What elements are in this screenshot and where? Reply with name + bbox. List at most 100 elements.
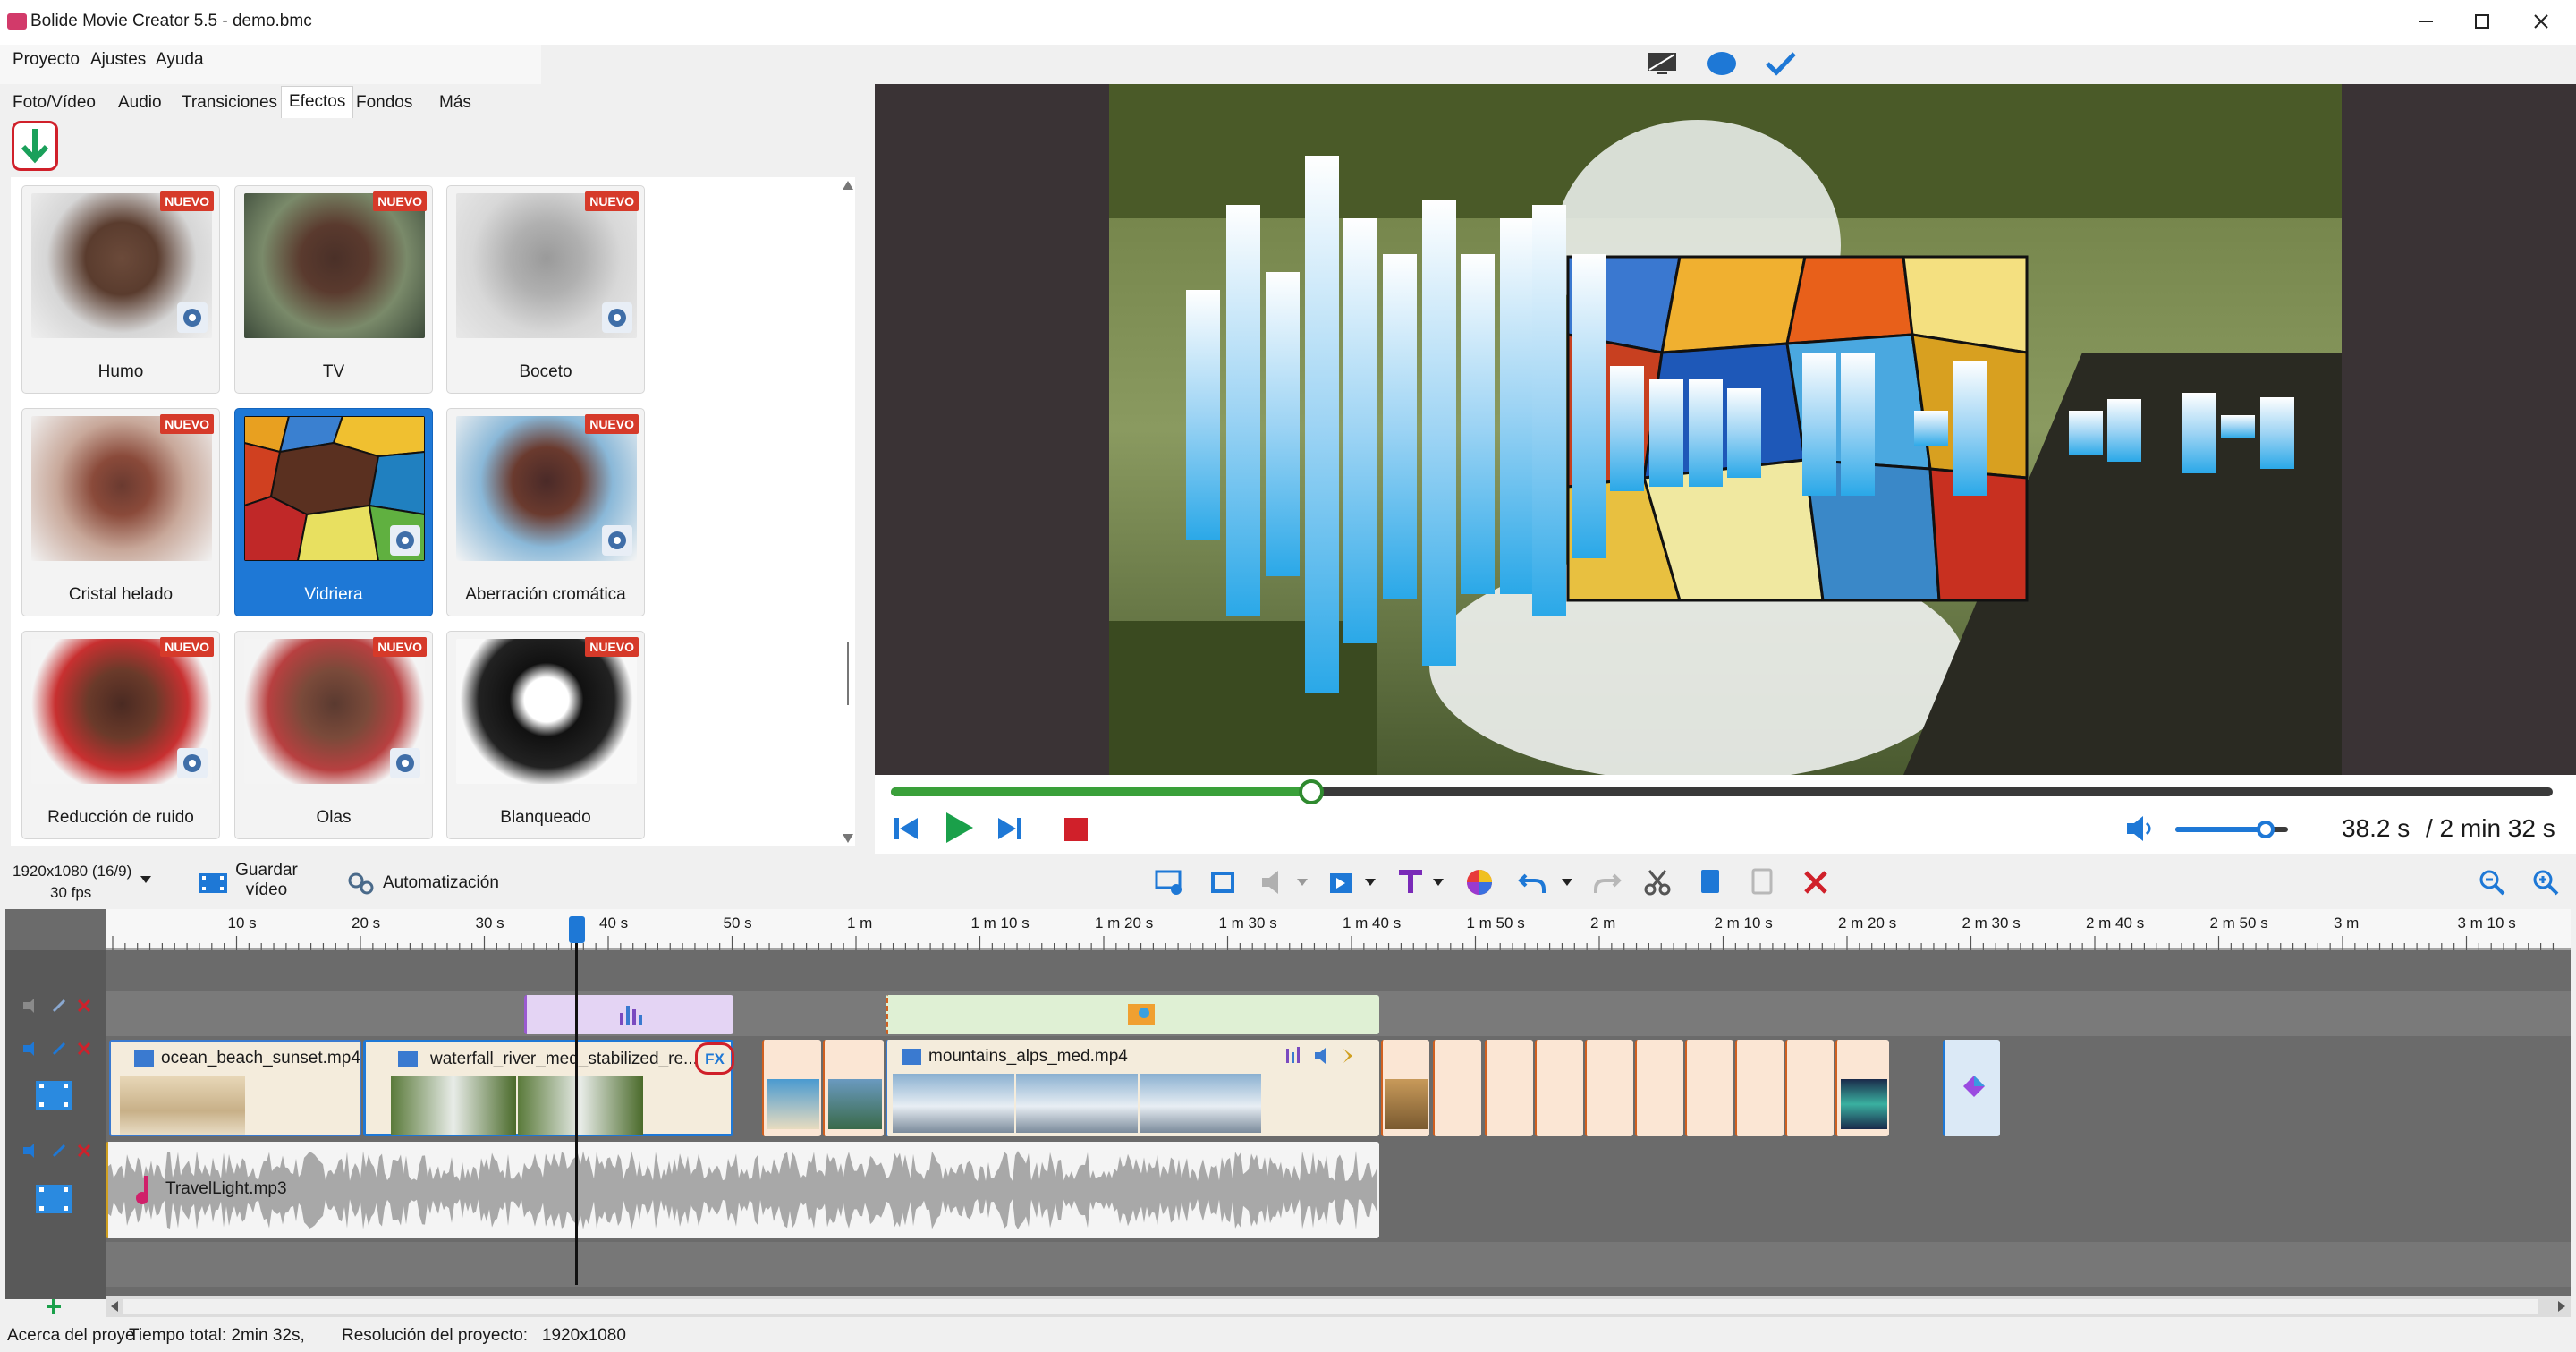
effect-card-humo[interactable]: NUEVO Humo <box>21 185 220 394</box>
screen-capture-icon[interactable] <box>1154 868 1184 897</box>
download-effects-button[interactable] <box>12 121 58 171</box>
chevron-down-icon[interactable] <box>140 875 152 884</box>
effect-card-blanqueado[interactable]: NUEVO Blanqueado <box>446 631 645 839</box>
add-track-icon[interactable] <box>45 1297 63 1315</box>
transition-clip[interactable] <box>1735 1040 1784 1136</box>
video-clip-selected[interactable]: waterfall_river_med_stabilized_re... FX <box>363 1040 734 1136</box>
mute-icon[interactable] <box>1259 868 1290 897</box>
settings-gear-icon[interactable] <box>602 302 632 333</box>
effect-card-aberracion-cromatica[interactable]: NUEVO Aberración cromática <box>446 408 645 616</box>
volume-icon[interactable] <box>2125 814 2157 843</box>
minimize-icon[interactable] <box>2415 11 2436 32</box>
video-clip[interactable]: mountains_alps_med.mp4 <box>886 1040 1379 1136</box>
image-overlay-clip[interactable] <box>886 995 1379 1034</box>
audio-visualizer-clip[interactable] <box>524 995 733 1034</box>
timeline-scrollbar[interactable] <box>106 1296 2571 1317</box>
playhead[interactable] <box>575 918 578 1285</box>
automation-icon[interactable] <box>347 870 376 897</box>
effects-scrollbar[interactable] <box>841 177 855 846</box>
settings-gear-icon[interactable] <box>602 525 632 556</box>
redo-icon[interactable] <box>1592 868 1623 897</box>
color-wheel-icon[interactable] <box>1465 868 1494 897</box>
settings-gear-icon[interactable] <box>177 748 208 778</box>
chevron-down-icon[interactable] <box>1297 879 1308 886</box>
timeline-ruler[interactable]: 10 s 20 s 30 s 40 s 50 s 1 m 1 m 10 s 1 m 20 s 1… <box>106 909 2571 950</box>
play-icon[interactable] <box>941 811 975 845</box>
ruler-label: 2 m 10 s <box>1714 914 1773 931</box>
save-video-button[interactable]: Guardar vídeo <box>233 861 301 900</box>
tab-fondos[interactable]: Fondos <box>356 93 412 113</box>
about-project-link[interactable]: Acerca del proye <box>7 1326 135 1346</box>
video-clip[interactable]: ocean_beach_sunset.mp4 <box>109 1040 361 1136</box>
end-marker-clip[interactable] <box>1943 1040 2000 1136</box>
previous-frame-icon[interactable] <box>891 814 921 843</box>
empty-track[interactable] <box>106 1242 2571 1287</box>
tab-audio[interactable]: Audio <box>118 93 162 113</box>
video-overlay-icon[interactable] <box>1327 868 1358 897</box>
film-track-icon <box>34 1079 73 1111</box>
transition-clip[interactable] <box>1433 1040 1481 1136</box>
transition-clip[interactable] <box>1635 1040 1683 1136</box>
fx-badge[interactable]: FX <box>695 1042 734 1075</box>
seek-thumb[interactable] <box>1299 779 1325 804</box>
volume-thumb[interactable] <box>2256 821 2275 838</box>
film-save-icon[interactable] <box>197 870 229 897</box>
zoom-in-icon[interactable] <box>2531 868 2560 897</box>
audio-clip[interactable]: TravelLight.mp3 <box>106 1142 1379 1238</box>
transition-clip[interactable] <box>823 1040 884 1136</box>
monitor-icon[interactable] <box>1646 50 1678 77</box>
transition-clip[interactable] <box>1485 1040 1533 1136</box>
record-dot-icon[interactable] <box>1707 50 1737 77</box>
effect-card-vidriera[interactable]: Vidriera <box>234 408 433 616</box>
menu-proyecto[interactable]: Proyecto <box>13 50 80 70</box>
copy-icon[interactable] <box>1696 866 1724 897</box>
image-icon <box>1126 1002 1157 1027</box>
ruler-label: 30 s <box>475 914 504 931</box>
tab-foto-video[interactable]: Foto/Vídeo <box>13 93 96 113</box>
settings-gear-icon[interactable] <box>177 302 208 333</box>
playhead-handle[interactable] <box>569 916 585 943</box>
transition-clip[interactable] <box>1381 1040 1429 1136</box>
zoom-out-icon[interactable] <box>2478 868 2506 897</box>
fps-label[interactable]: 30 fps <box>50 884 91 902</box>
effect-card-olas[interactable]: NUEVO Olas <box>234 631 433 839</box>
transition-clip[interactable] <box>1835 1040 1889 1136</box>
automation-button[interactable]: Automatización <box>383 873 499 893</box>
transition-clip[interactable] <box>1785 1040 1834 1136</box>
tab-transiciones[interactable]: Transiciones <box>182 93 277 113</box>
effect-card-reduccion-ruido[interactable]: NUEVO Reducción de ruido <box>21 631 220 839</box>
equalizer-icon <box>616 1000 647 1027</box>
next-frame-icon[interactable] <box>995 814 1025 843</box>
paste-icon[interactable] <box>1748 866 1776 897</box>
transition-clip[interactable] <box>762 1040 821 1136</box>
transition-clip[interactable] <box>1585 1040 1633 1136</box>
tab-mas[interactable]: Más <box>439 93 471 113</box>
tab-efectos[interactable]: Efectos <box>281 86 354 118</box>
checkmark-icon[interactable] <box>1764 50 1798 77</box>
effect-card-cristal-helado[interactable]: NUEVO Cristal helado <box>21 408 220 616</box>
effect-card-boceto[interactable]: NUEVO Boceto <box>446 185 645 394</box>
close-icon[interactable] <box>2530 11 2552 32</box>
scissors-icon[interactable] <box>1642 868 1673 897</box>
chevron-down-icon[interactable] <box>1365 879 1376 886</box>
stop-icon[interactable] <box>1064 818 1088 841</box>
clip-filename: ocean_beach_sunset.mp4 <box>161 1049 360 1067</box>
transition-clip[interactable] <box>1535 1040 1583 1136</box>
text-icon[interactable] <box>1395 866 1426 897</box>
effect-card-tv[interactable]: NUEVO TV <box>234 185 433 394</box>
settings-gear-icon[interactable] <box>390 525 420 556</box>
settings-gear-icon[interactable] <box>390 748 420 778</box>
chevron-down-icon[interactable] <box>1433 879 1444 886</box>
crop-icon[interactable] <box>1208 868 1238 897</box>
menu-ayuda[interactable]: Ayuda <box>156 50 204 70</box>
transition-clip[interactable] <box>1685 1040 1733 1136</box>
effect-label: Cristal helado <box>68 585 174 604</box>
undo-icon[interactable] <box>1517 868 1547 897</box>
chevron-down-icon[interactable] <box>1562 879 1572 886</box>
ruler-label: 2 m 40 s <box>2086 914 2145 931</box>
maximize-icon[interactable] <box>2471 11 2493 32</box>
ruler-label: 3 m 10 s <box>2457 914 2516 931</box>
delete-icon[interactable] <box>1801 868 1830 897</box>
menu-ajustes[interactable]: Ajustes <box>90 50 146 70</box>
resolution-label[interactable]: 1920x1080 (16/9) <box>13 863 131 880</box>
